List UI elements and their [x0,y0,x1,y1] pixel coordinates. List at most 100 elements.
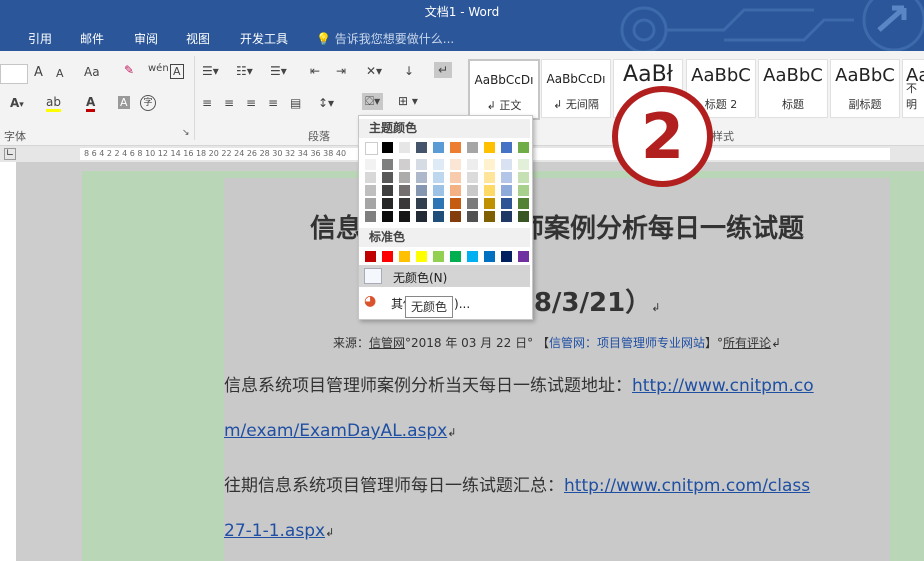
color-swatch[interactable] [484,198,495,209]
color-swatch[interactable] [518,251,529,262]
style-title[interactable]: AaBbC 标题 [758,59,828,118]
color-swatch[interactable] [501,251,512,262]
comments-link[interactable]: 所有评论 [723,336,771,350]
color-swatch[interactable] [399,198,410,209]
justify-icon[interactable]: ≡ [268,96,278,110]
no-color-item[interactable]: 无颜色(N) [359,265,530,287]
color-swatch[interactable] [365,251,376,262]
color-swatch[interactable] [501,211,512,222]
color-swatch[interactable] [484,172,495,183]
tab-developer[interactable]: 开发工具 [240,30,288,47]
doc-paragraph-2-cont[interactable]: 27-1-1.aspx↲ [224,521,890,541]
color-swatch[interactable] [501,185,512,196]
color-swatch[interactable] [484,185,495,196]
color-swatch[interactable] [467,211,478,222]
color-swatch[interactable] [382,211,393,222]
decrease-indent-icon[interactable]: ⇤ [310,64,320,78]
change-case-button[interactable]: Aa [84,65,100,79]
style-subtitle[interactable]: AaBbC 副标题 [830,59,900,118]
asian-layout-icon[interactable]: ✕▾ [366,64,382,78]
tab-mailings[interactable]: 邮件 [80,30,104,47]
color-swatch[interactable] [365,172,376,183]
color-swatch[interactable] [467,142,478,153]
doc-paragraph-1[interactable]: 信息系统项目管理师案例分析当天每日一练试题地址：http://www.cnitp… [224,371,890,396]
tab-view[interactable]: 视图 [186,30,210,47]
color-swatch[interactable] [365,211,376,222]
tell-me-box[interactable]: 💡 告诉我您想要做什么... [316,30,454,47]
color-swatch[interactable] [484,142,495,153]
color-swatch[interactable] [399,159,410,170]
color-swatch[interactable] [399,211,410,222]
source-link[interactable]: 信管网：项目管理师专业网站 [549,336,705,350]
source-site[interactable]: 信管网 [369,336,405,350]
color-swatch[interactable] [365,185,376,196]
color-swatch[interactable] [467,172,478,183]
tab-selector[interactable]: ∟ [4,148,16,160]
color-swatch[interactable] [433,185,444,196]
color-swatch[interactable] [501,159,512,170]
color-swatch[interactable] [382,142,393,153]
increase-indent-icon[interactable]: ⇥ [336,64,346,78]
color-swatch[interactable] [450,198,461,209]
color-swatch[interactable] [416,211,427,222]
highlight-button[interactable]: ab [46,95,61,112]
archive-link-b[interactable]: 27-1-1.aspx [224,521,325,541]
color-swatch[interactable] [399,185,410,196]
color-swatch[interactable] [399,142,410,153]
borders-icon[interactable]: ⊞ ▾ [398,94,418,108]
archive-link-a[interactable]: http://www.cnitpm.com/class [564,476,810,496]
color-swatch[interactable] [484,159,495,170]
style-normal[interactable]: AaBbCcDı ↲ 正文 [468,59,540,120]
color-swatch[interactable] [450,159,461,170]
color-swatch[interactable] [518,185,529,196]
color-swatch[interactable] [382,172,393,183]
color-swatch[interactable] [467,251,478,262]
char-shading-button[interactable]: A [118,96,130,109]
style-subtle[interactable]: Aa 不明 [902,59,924,118]
tab-review[interactable]: 审阅 [134,30,158,47]
color-swatch[interactable] [399,251,410,262]
shading-bucket-icon[interactable]: ⛋▾ [362,93,384,110]
style-no-spacing[interactable]: AaBbCcDı ↲ 无间隔 [541,59,611,118]
color-swatch[interactable] [484,251,495,262]
color-swatch[interactable] [433,142,444,153]
color-swatch[interactable] [450,251,461,262]
color-swatch[interactable] [450,142,461,153]
font-dialog-launcher-icon[interactable]: ↘ [182,128,190,138]
color-swatch[interactable] [365,142,378,155]
color-swatch[interactable] [365,159,376,170]
distributed-icon[interactable]: ▤ [290,96,301,110]
color-swatch[interactable] [450,172,461,183]
doc-paragraph-1-cont[interactable]: m/exam/ExamDayAL.aspx↲ [224,421,890,441]
color-swatch[interactable] [467,159,478,170]
grow-font-button[interactable]: A [34,65,43,80]
doc-source-line[interactable]: 来源：信管网°2018 年 03 月 22 日° 【信管网：项目管理师专业网站】… [224,334,890,351]
color-swatch[interactable] [416,159,427,170]
color-swatch[interactable] [433,211,444,222]
color-swatch[interactable] [416,198,427,209]
align-right-icon[interactable]: ≡ [246,96,256,110]
color-swatch[interactable] [450,211,461,222]
color-swatch[interactable] [433,198,444,209]
enclose-char-button[interactable]: 字 [140,95,156,111]
color-swatch[interactable] [501,172,512,183]
color-swatch[interactable] [518,211,529,222]
doc-title-line2[interactable]: （2018/3/21）↲ [224,282,890,319]
color-swatch[interactable] [399,172,410,183]
text-effects-button[interactable]: A▾ [10,96,24,110]
color-swatch[interactable] [467,198,478,209]
font-color-button[interactable]: A [86,95,96,112]
exam-link-b[interactable]: m/exam/ExamDayAL.aspx [224,421,447,441]
color-swatch[interactable] [433,159,444,170]
color-swatch[interactable] [365,198,376,209]
color-swatch[interactable] [416,185,427,196]
color-swatch[interactable] [518,159,529,170]
color-swatch[interactable] [484,211,495,222]
multilevel-list-icon[interactable]: ☰▾ [270,64,287,78]
doc-paragraph-2[interactable]: 往期信息系统项目管理师每日一练试题汇总：http://www.cnitpm.co… [224,471,890,496]
color-swatch[interactable] [450,185,461,196]
color-swatch[interactable] [382,185,393,196]
color-swatch[interactable] [382,198,393,209]
sort-icon[interactable]: ↓ [404,64,414,78]
shrink-font-button[interactable]: A [56,67,64,80]
